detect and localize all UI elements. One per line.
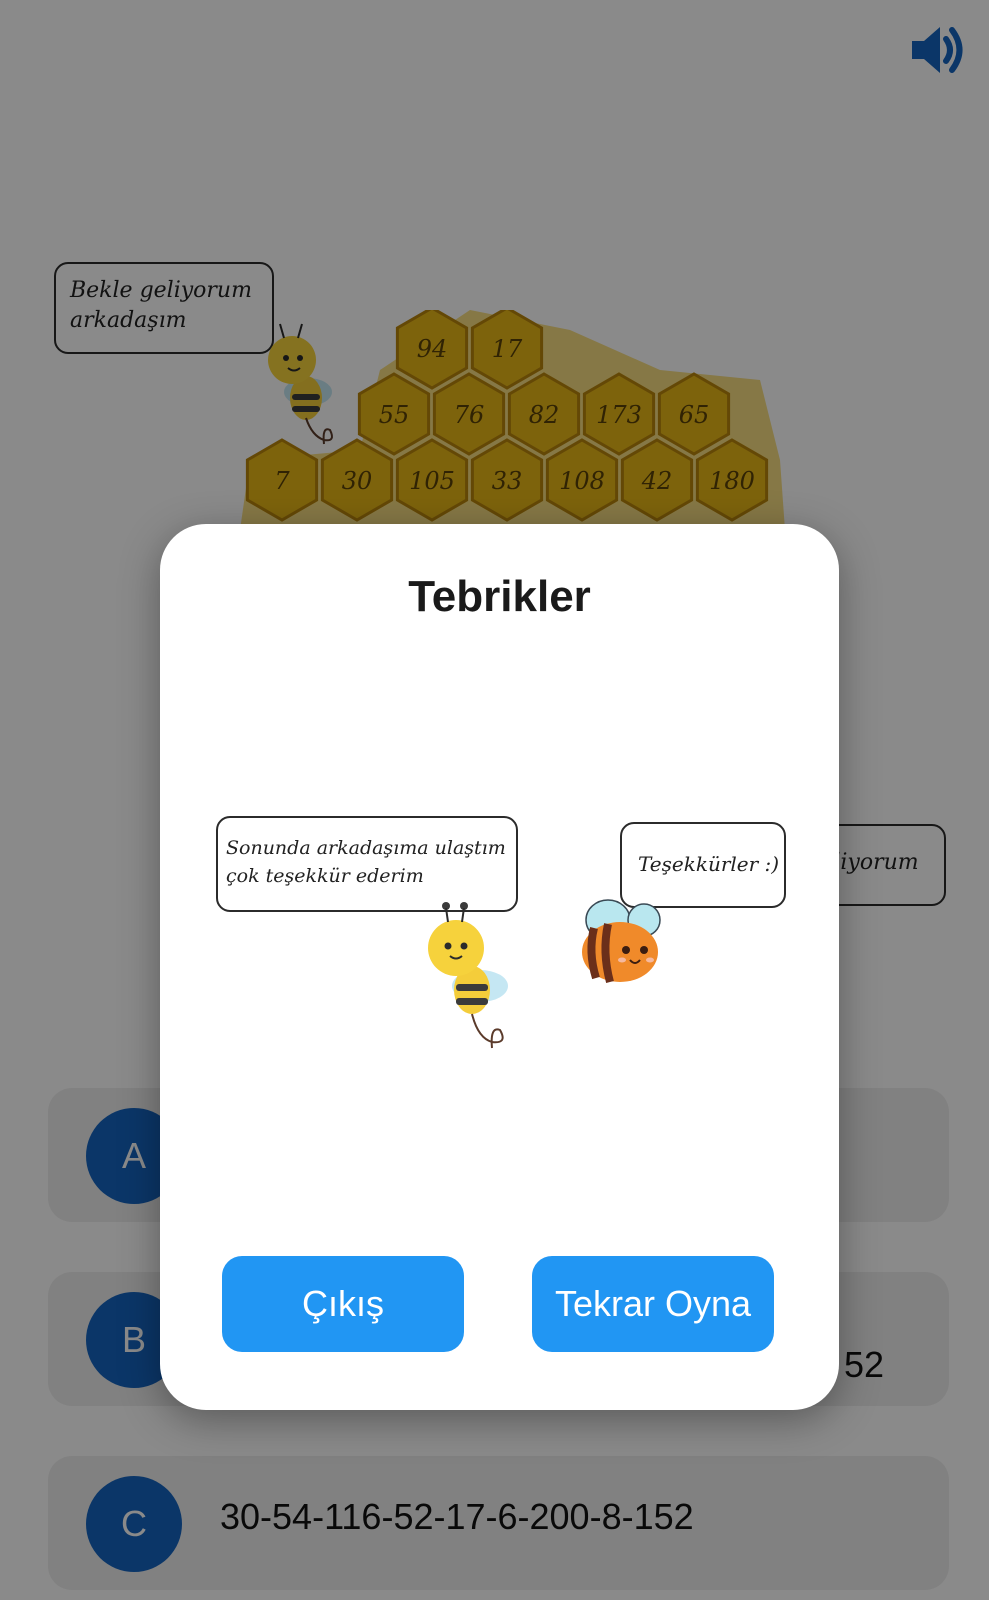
exit-button[interactable]: Çıkış	[222, 1256, 464, 1352]
speech-line-1: Sonunda arkadaşıma ulaştım	[226, 837, 506, 859]
speech-line-2: çok teşekkür ederim	[226, 865, 424, 887]
game-screen: Bekle geliyorum arkadaşım 94 17 55 76 82 173 6…	[0, 0, 989, 1600]
congrats-dialog: Tebrikler Sonunda arkadaşıma ulaştım çok…	[160, 524, 839, 1410]
dialog-title: Tebrikler	[408, 572, 591, 621]
bee-icon	[420, 898, 530, 1058]
play-again-button[interactable]: Tekrar Oyna	[532, 1256, 774, 1352]
speech-text: Teşekkürler :)	[638, 852, 780, 876]
friend-bee-icon	[574, 892, 670, 992]
